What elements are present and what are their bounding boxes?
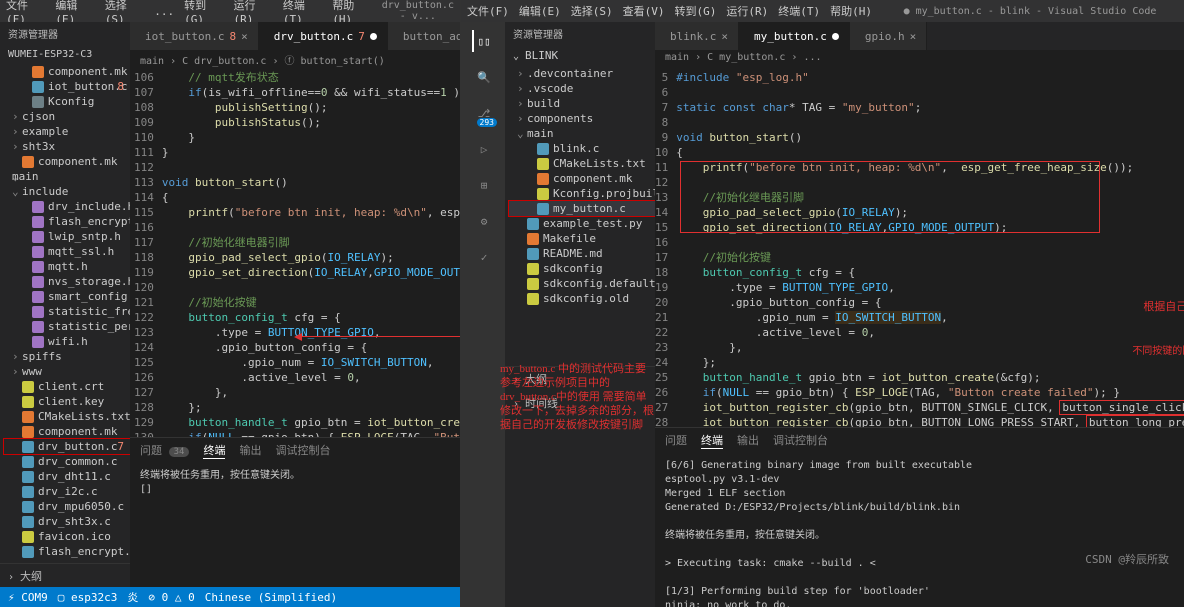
tree-item[interactable]: iot_button.c8 xyxy=(4,79,130,94)
tree-item[interactable]: main xyxy=(509,126,655,141)
terminal-right[interactable]: 问题终端输出调试控制台 [6/6] Generating binary imag… xyxy=(655,427,1184,607)
explorer-title: 资源管理器 xyxy=(0,22,130,45)
terminal-left[interactable]: 问题 34终端输出调试控制台 终端将被任务重用，按任意键关闭。[] xyxy=(130,437,460,587)
tree-item[interactable]: client.key xyxy=(4,394,130,409)
tree-item[interactable]: drv_include.h xyxy=(4,199,130,214)
editor-tabs-right[interactable]: blink.c×my_button.cgpio.h× xyxy=(655,22,1184,50)
editor-tab[interactable]: blink.c× xyxy=(655,22,739,50)
terminal-tab[interactable]: 问题 34 xyxy=(140,442,189,459)
timeline-section[interactable]: › 时间线 xyxy=(505,391,655,415)
tree-item[interactable]: .vscode xyxy=(509,81,655,96)
tree-item[interactable]: my_button.c xyxy=(509,201,655,216)
tree-item[interactable]: README.md xyxy=(509,246,655,261)
tree-item[interactable]: cjson xyxy=(4,109,130,124)
tree-item[interactable]: www xyxy=(4,364,130,379)
terminal-tab[interactable]: 终端 xyxy=(701,432,723,449)
run-icon[interactable]: ▷ xyxy=(472,138,494,160)
tree-item[interactable]: drv_sht3x.c xyxy=(4,514,130,529)
tree-item[interactable]: favicon.ico xyxy=(4,529,130,544)
watermark: CSDN @羚辰所致 xyxy=(1085,551,1169,567)
editor-tab[interactable]: drv_button.c7 xyxy=(259,22,388,50)
terminal-tab[interactable]: 调试控制台 xyxy=(275,442,330,459)
outline-section-r[interactable]: › 大纲 xyxy=(505,366,655,391)
outline-section[interactable]: › 大纲 xyxy=(0,563,130,587)
activity-bar[interactable]: ▯▯ 🔍 ⎇ ▷ ⊞ ⚙ ✓ xyxy=(461,22,505,607)
search-icon[interactable]: 🔍 xyxy=(472,66,494,88)
tree-item[interactable]: mqtt.h xyxy=(4,259,130,274)
extensions-icon[interactable]: ⊞ xyxy=(472,174,494,196)
tree-item[interactable]: sht3x xyxy=(4,139,130,154)
window-title-right: ● my_button.c - blink - Visual Studio Co… xyxy=(882,6,1178,17)
tree-item[interactable]: drv_button.c7 xyxy=(4,439,130,454)
tree-item[interactable]: Kconfig.projbuild xyxy=(509,186,655,201)
tree-item[interactable]: wifi.h xyxy=(4,334,130,349)
tree-item[interactable]: include xyxy=(4,184,130,199)
target-chip[interactable]: ▢ esp32c3 xyxy=(58,591,118,604)
project-name-right: ⌄ BLINK xyxy=(505,45,655,66)
sidebar-right[interactable]: 资源管理器 ⌄ BLINK .devcontainer.vscodebuildc… xyxy=(505,22,655,607)
scm-icon[interactable]: ⎇ xyxy=(472,102,494,124)
breadcrumb-right[interactable]: main › C my_button.c › ... xyxy=(655,50,1184,70)
tree-item[interactable]: flash_encrypt.c xyxy=(4,544,130,559)
terminal-tab[interactable]: 终端 xyxy=(203,442,225,459)
tree-item[interactable]: drv_i2c.c xyxy=(4,484,130,499)
tree-item[interactable]: drv_dht11.c xyxy=(4,469,130,484)
editor-tabs-left[interactable]: iot_button.c8×drv_button.c7button_adc.c7… xyxy=(130,22,460,50)
menubar-right[interactable]: 文件(F)编辑(E)选择(S)查看(V)转到(G)运行(R)终端(T)帮助(H)… xyxy=(461,0,1184,22)
sidebar-left[interactable]: 资源管理器 WUMEI-ESP32-C3 component.mkiot_but… xyxy=(0,22,130,587)
tree-item[interactable]: Makefile xyxy=(509,231,655,246)
tree-item[interactable]: flash_encrypt.h xyxy=(4,214,130,229)
code-editor-right[interactable]: 5678910111213141516171819202122232425262… xyxy=(655,70,1184,427)
tree-item[interactable]: nvs_storage.h xyxy=(4,274,130,289)
tree-item[interactable]: client.crt xyxy=(4,379,130,394)
tree-item[interactable]: component.mk xyxy=(4,64,130,79)
tree-item[interactable]: component.mk xyxy=(509,171,655,186)
tree-item[interactable]: lwip_sntp.h xyxy=(4,229,130,244)
menubar-left[interactable]: 文件(F)编辑(E)选择(S)...转到(G)运行(R)终端(T)帮助(H) d… xyxy=(0,0,460,22)
tree-item[interactable]: statistic_perfmon.h xyxy=(4,319,130,334)
esp-icon[interactable]: ⚙ xyxy=(472,210,494,232)
tree-item[interactable]: component.mk xyxy=(4,154,130,169)
tree-item[interactable]: smart_config.h xyxy=(4,289,130,304)
tree-item[interactable]: example xyxy=(4,124,130,139)
terminal-tab[interactable]: 输出 xyxy=(239,442,261,459)
tree-item[interactable]: Kconfig xyxy=(4,94,130,109)
breadcrumb-left[interactable]: main › C drv_button.c › ⓕ button_start() xyxy=(130,50,460,70)
tree-item[interactable]: spiffs xyxy=(4,349,130,364)
tree-item[interactable]: blink.c xyxy=(509,141,655,156)
tree-item[interactable]: sdkconfig.defaults xyxy=(509,276,655,291)
annotation-arrow xyxy=(300,336,460,337)
terminal-tab[interactable]: 输出 xyxy=(737,432,759,449)
tree-item[interactable]: .devcontainer xyxy=(509,66,655,81)
terminal-tab[interactable]: 问题 xyxy=(665,432,687,449)
editor-tab[interactable]: gpio.h× xyxy=(850,22,927,50)
editor-tab[interactable]: iot_button.c8× xyxy=(130,22,259,50)
statusbar-left[interactable]: ⚡ COM9 ▢ esp32c3 炎 ⊘ 0 △ 0 Chinese (Simp… xyxy=(0,587,460,607)
tree-item[interactable]: build xyxy=(509,96,655,111)
tree-item[interactable]: example_test.py xyxy=(509,216,655,231)
tree-item[interactable]: drv_common.c xyxy=(4,454,130,469)
tree-item[interactable]: CMakeLists.txt xyxy=(509,156,655,171)
project-name: WUMEI-ESP32-C3 xyxy=(0,45,130,64)
tree-item[interactable]: main xyxy=(4,169,130,184)
terminal-tab[interactable]: 调试控制台 xyxy=(773,432,828,449)
editor-tab[interactable]: my_button.c xyxy=(739,22,850,50)
code-editor-left[interactable]: 1061071081091101111121131141151161171181… xyxy=(130,70,460,437)
explorer-title-right: 资源管理器 xyxy=(505,22,655,45)
explorer-icon[interactable]: ▯▯ xyxy=(472,30,494,52)
tree-item[interactable]: sdkconfig.old xyxy=(509,291,655,306)
tree-item[interactable]: components xyxy=(509,111,655,126)
tree-item[interactable]: statistic_free_rtos.h xyxy=(4,304,130,319)
tree-item[interactable]: mqtt_ssl.h xyxy=(4,244,130,259)
tree-item[interactable]: drv_mpu6050.c xyxy=(4,499,130,514)
testing-icon[interactable]: ✓ xyxy=(472,246,494,268)
tree-item[interactable]: component.mk xyxy=(4,424,130,439)
tree-item[interactable]: CMakeLists.txt xyxy=(4,409,130,424)
com-port[interactable]: ⚡ COM9 xyxy=(8,591,48,604)
window-title-left: drv_button.c - v... xyxy=(382,0,454,22)
tree-item[interactable]: sdkconfig xyxy=(509,261,655,276)
editor-tab[interactable]: button_adc.c7× xyxy=(388,22,460,50)
